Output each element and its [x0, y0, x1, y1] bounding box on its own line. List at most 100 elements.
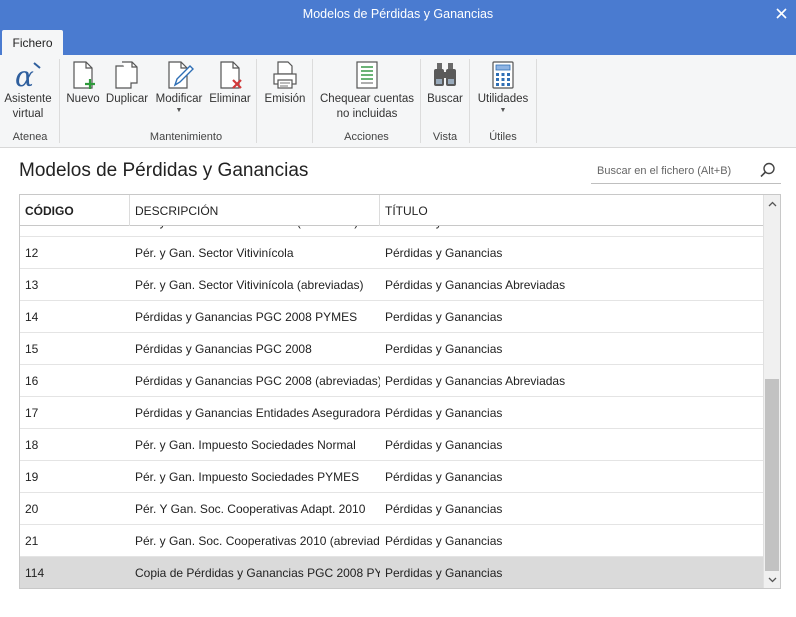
scroll-down-button[interactable]	[764, 571, 780, 588]
cell-descripcion: Pér. Y Gan. Soc. Cooperativas Adapt. 201…	[135, 501, 366, 516]
cell-codigo: 13	[25, 277, 39, 292]
nuevo-button[interactable]: Nuevo	[64, 59, 102, 107]
chequear-cuentas-button[interactable]: Chequear cuentas no incluidas	[315, 59, 419, 122]
table-row[interactable]: 114 Copia de Pérdidas y Ganancias PGC 200…	[20, 557, 764, 588]
chevron-up-icon	[768, 201, 776, 206]
alpha-assistant-icon: α	[15, 60, 41, 91]
ribbon-group-mantenimiento: Nuevo Duplicar Modificar ▼ Eliminar Emis…	[60, 55, 312, 148]
cell-descripcion: Pér. y Gan. Soc. Cooperativas 2010 (abre…	[135, 533, 380, 548]
cell-titulo: Perdidas y Ganancias Abreviadas	[385, 373, 566, 388]
cell-codigo: 14	[25, 309, 39, 324]
cell-codigo: 21	[25, 533, 39, 548]
column-header-codigo[interactable]: CÓDIGO	[20, 195, 130, 226]
cell-codigo: 12	[25, 245, 39, 260]
close-icon	[775, 7, 787, 19]
cell-descripcion: Pérdidas y Ganancias PGC 2008 PYMES	[135, 309, 358, 324]
column-header-titulo[interactable]: TÍTULO	[380, 195, 764, 226]
cell-titulo: Pérdidas y Ganancias Abreviadas	[385, 277, 566, 292]
grid-header: CÓDIGO DESCRIPCIÓN TÍTULO	[20, 195, 764, 226]
utilidades-button[interactable]: Utilidades ▼	[472, 59, 534, 115]
table-row[interactable]: 18 Pér. y Gan. Impuesto Sociedades Normal…	[20, 429, 764, 461]
group-separator	[536, 59, 537, 143]
search-button[interactable]	[759, 161, 777, 184]
close-button[interactable]	[766, 0, 796, 26]
ribbon-group-vista: Buscar Vista	[421, 55, 469, 148]
group-label-mantenimiento: Mantenimiento	[149, 131, 223, 143]
cell-descripcion: Pér. y Gan. Impuesto Sociedades PYMES	[135, 469, 360, 484]
cell-descripcion: Pér. y Gan. Sector Vitivinícola	[135, 245, 294, 260]
table-row[interactable]: 12 Pér. y Gan. Sector Vitivinícola Pérdida…	[20, 237, 764, 269]
scrollbar-thumb[interactable]	[765, 379, 779, 571]
cell-descripcion: Pérdidas y Ganancias PGC 2008 (abreviada…	[135, 373, 380, 388]
group-label-atenea: Atenea	[12, 131, 48, 143]
cell-descripcion: Pér. y Gan. Impuesto Sociedades Normal	[135, 437, 356, 452]
table-row[interactable]: 16 Pérdidas y Ganancias PGC 2008 (abrevia…	[20, 365, 764, 397]
tab-fichero[interactable]: Fichero	[2, 30, 63, 55]
cell-descripcion: Copia de Pérdidas y Ganancias PGC 2008 P…	[135, 565, 380, 580]
buscar-label: Buscar	[427, 93, 463, 105]
cell-titulo: Perdidas y Ganancias	[385, 341, 503, 356]
search-icon	[760, 162, 775, 178]
nuevo-label: Nuevo	[66, 93, 100, 105]
cell-titulo: Pérdidas y Ganancias	[385, 469, 503, 484]
cell-codigo: 16	[25, 373, 39, 388]
table-row[interactable]: 11Pér. y Gan. Sector Vitivinícola (anter…	[20, 226, 764, 237]
cell-codigo: 18	[25, 437, 39, 452]
window-title: Modelos de Pérdidas y Ganancias	[302, 7, 494, 21]
cell-codigo: 17	[25, 405, 39, 420]
grid-rows: 11Pér. y Gan. Sector Vitivinícola (anter…	[20, 226, 764, 588]
duplicar-button[interactable]: Duplicar	[104, 59, 150, 107]
table-row[interactable]: 14 Pérdidas y Ganancias PGC 2008 PYMES Per…	[20, 301, 764, 333]
group-label-acciones: Acciones	[344, 131, 389, 143]
binoculars-icon	[434, 63, 456, 86]
cell-titulo: Pérdidas y Ganancias	[380, 226, 764, 236]
ribbon-group-acciones: Chequear cuentas no incluidas Acciones	[313, 55, 420, 148]
svg-text:α: α	[15, 60, 34, 91]
chequear-label-line2: no incluidas	[336, 108, 398, 120]
cell-titulo: Pérdidas y Ganancias	[385, 501, 503, 516]
chevron-down-icon: ▼	[499, 107, 507, 114]
new-document-icon	[73, 61, 95, 89]
edit-document-icon	[168, 61, 194, 89]
cell-titulo: Pérdidas y Ganancias	[385, 405, 503, 420]
cell-codigo: 20	[25, 501, 39, 516]
table-row[interactable]: 21 Pér. y Gan. Soc. Cooperativas 2010 (ab…	[20, 525, 764, 557]
search-input[interactable]	[597, 162, 747, 180]
ribbon-group-atenea: α Asistente virtual Atenea	[0, 55, 60, 148]
cell-codigo: 114	[25, 565, 45, 580]
cell-titulo: Pérdidas y Ganancias	[385, 533, 503, 548]
table-row[interactable]: 19 Pér. y Gan. Impuesto Sociedades PYMES P…	[20, 461, 764, 493]
asistente-label-line2: virtual	[12, 108, 44, 120]
ribbon-tab-bar: Fichero	[0, 30, 796, 55]
table-row[interactable]: 17 Pérdidas y Ganancias Entidades Asegura…	[20, 397, 764, 429]
asistente-virtual-button[interactable]: α Asistente virtual	[0, 59, 56, 122]
duplicar-label: Duplicar	[105, 93, 149, 105]
title-bar: Modelos de Pérdidas y Ganancias	[0, 0, 796, 30]
table-row[interactable]: 15 Pérdidas y Ganancias PGC 2008 Perdidas …	[20, 333, 764, 365]
cell-codigo: 15	[25, 341, 39, 356]
cell-titulo: Perdidas y Ganancias	[385, 565, 503, 580]
chequear-label-line1: Chequear cuentas	[320, 93, 414, 105]
modificar-button[interactable]: Modificar ▼	[152, 59, 206, 115]
eliminar-label: Eliminar	[209, 93, 251, 105]
cell-codigo: 19	[25, 469, 39, 484]
table-row[interactable]: 20 Pér. Y Gan. Soc. Cooperativas Adapt. 2…	[20, 493, 764, 525]
cell-descripcion: Pér. y Gan. Sector Vitivinícola (anterio…	[130, 226, 380, 236]
chevron-down-icon: ▼	[175, 107, 183, 114]
cell-codigo: 11	[20, 226, 130, 236]
page-title: Modelos de Pérdidas y Ganancias	[19, 160, 309, 181]
asistente-label-line1: Asistente	[4, 93, 52, 105]
scroll-up-button[interactable]	[764, 195, 780, 212]
app-window: Modelos de Pérdidas y Ganancias Fichero …	[0, 0, 796, 617]
print-icon	[273, 61, 297, 89]
vertical-scrollbar[interactable]	[763, 195, 780, 588]
column-header-descripcion[interactable]: DESCRIPCIÓN	[130, 195, 380, 226]
cell-descripcion: Pér. y Gan. Sector Vitivinícola (abrevia…	[135, 277, 364, 292]
emision-button[interactable]: Emisión	[262, 59, 308, 107]
chevron-down-icon	[768, 577, 776, 582]
modificar-label: Modificar	[155, 93, 203, 105]
emision-label: Emisión	[264, 93, 306, 105]
table-row[interactable]: 13 Pér. y Gan. Sector Vitivinícola (abrev…	[20, 269, 764, 301]
buscar-button[interactable]: Buscar	[423, 59, 467, 107]
eliminar-button[interactable]: Eliminar	[208, 59, 252, 107]
